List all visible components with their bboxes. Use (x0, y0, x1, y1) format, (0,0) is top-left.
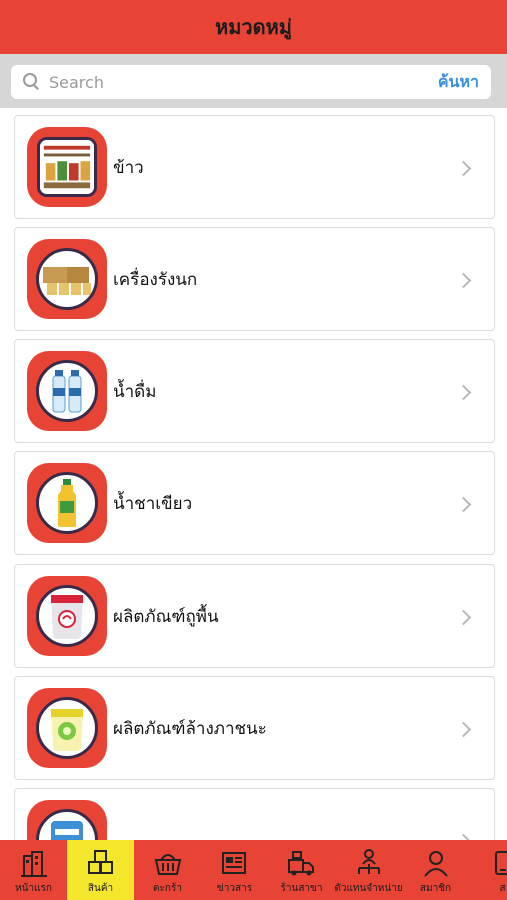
floor-cleaner-icon (27, 576, 107, 656)
bottom-tab-bar: หน้าแรก สินค้า ตะกร้า ข่าวสาร ร้านสาขา ต… (0, 840, 507, 900)
tab-label: ร้านสาขา (280, 883, 323, 894)
tab-label: ส (499, 883, 506, 894)
chevron-right-icon (458, 609, 472, 623)
chevron-right-icon (458, 496, 472, 510)
category-label: ผลิตภัณฑ์ล้างภาชนะ (113, 718, 267, 739)
category-item-dish-soap[interactable]: ผลิตภัณฑ์ล้างภาชนะ (14, 676, 495, 780)
search-bar: ค้นหา (0, 54, 507, 108)
chevron-right-icon (458, 833, 472, 840)
news-icon (221, 852, 246, 874)
chevron-right-icon (458, 721, 472, 735)
category-item-green-tea[interactable]: น้ำชาเขียว (14, 451, 495, 555)
branch-store-icon (287, 851, 314, 876)
category-label: น้ำชาเขียว (113, 493, 193, 514)
dish-soap-icon (27, 688, 107, 768)
category-item-floor-cleaner[interactable]: ผลิตภัณฑ์ถูพื้น (14, 564, 495, 668)
category-label: ผลิตภัณฑ์ถูพื้น (113, 606, 219, 627)
tab-more[interactable]: ส (469, 840, 507, 900)
rice-product-icon (27, 127, 107, 207)
chevron-right-icon (458, 160, 472, 174)
tab-dealer[interactable]: ตัวแทนจำหน่าย (334, 840, 403, 900)
header-bar: หมวดหมู่ (0, 0, 507, 54)
category-item-partial[interactable] (14, 788, 495, 840)
search-button[interactable]: ค้นหา (438, 70, 479, 95)
tab-basket[interactable]: ตะกร้า (134, 840, 201, 900)
tab-label: ตะกร้า (153, 883, 182, 894)
search-box: ค้นหา (11, 65, 491, 99)
green-tea-icon (27, 463, 107, 543)
tab-news[interactable]: ข่าวสาร (201, 840, 268, 900)
search-icon (21, 71, 43, 93)
tab-member[interactable]: สมาชิก (402, 840, 469, 900)
tab-branch-store[interactable]: ร้านสาขา (268, 840, 335, 900)
tab-label: สมาชิก (419, 883, 452, 894)
tab-label: ตัวแทนจำหน่าย (334, 883, 403, 894)
category-item-rice[interactable]: ข้าว (14, 115, 495, 219)
category-item-drinking-water[interactable]: น้ำดื่ม (14, 339, 495, 443)
category-label: น้ำดื่ม (113, 381, 157, 402)
category-list: ข้าว เครื่องรังนก น้ำดื่ม น้ำชาเขียว ผลิ… (0, 108, 507, 840)
category-label: เครื่องรังนก (113, 269, 198, 290)
category-label: ข้าว (113, 157, 144, 178)
chevron-right-icon (458, 272, 472, 286)
search-input[interactable] (49, 72, 438, 92)
member-icon (423, 851, 448, 877)
tab-label: สินค้า (87, 883, 114, 894)
tab-home[interactable]: หน้าแรก (0, 840, 67, 900)
page-title: หมวดหมู่ (215, 15, 292, 39)
home-icon (20, 851, 47, 877)
drinking-water-icon (27, 351, 107, 431)
chevron-right-icon (458, 384, 472, 398)
products-icon (87, 850, 113, 874)
dealer-icon (357, 849, 380, 874)
product-icon (27, 800, 107, 840)
tab-products[interactable]: สินค้า (67, 840, 134, 900)
basket-icon (154, 854, 181, 875)
more-icon (494, 851, 507, 875)
birdnest-product-icon (27, 239, 107, 319)
category-item-birdnest[interactable]: เครื่องรังนก (14, 227, 495, 331)
tab-label: หน้าแรก (15, 883, 52, 894)
tab-label: ข่าวสาร (216, 883, 253, 894)
